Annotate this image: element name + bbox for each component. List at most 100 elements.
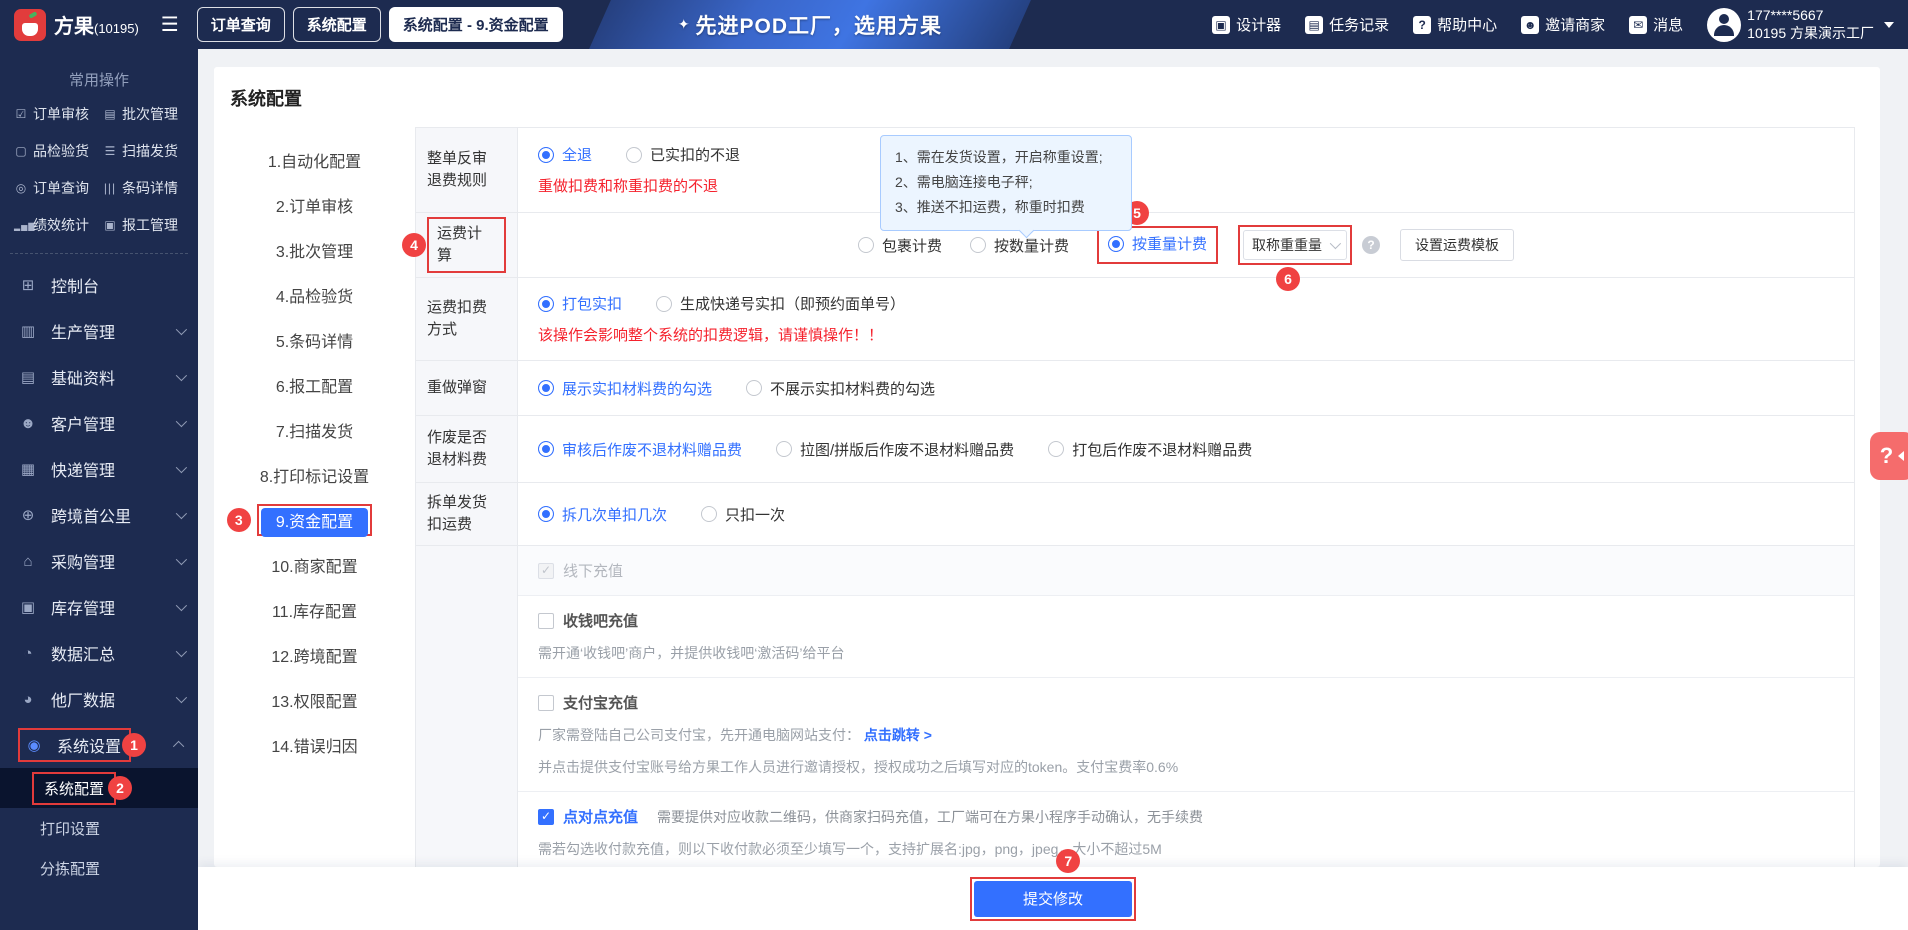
quickop-batch-manage[interactable]: 批次管理 bbox=[103, 104, 192, 124]
quickop-scan-ship[interactable]: 扫描发货 bbox=[103, 141, 192, 161]
chevron-down-icon bbox=[175, 323, 188, 336]
section-nav-item-4[interactable]: 4.品检验货 bbox=[214, 272, 415, 317]
sidebar-item-system-settings[interactable]: 系统设置 1 bbox=[0, 722, 198, 768]
checkbox-offline-recharge[interactable]: 线下充值 bbox=[538, 560, 1834, 581]
brand-id: (10195) bbox=[94, 21, 139, 36]
radio-deducted-no-refund[interactable]: 已实扣的不退 bbox=[626, 144, 740, 165]
freight-template-button[interactable]: 设置运费模板 bbox=[1400, 229, 1515, 261]
sidebar: 常用操作 订单审核 批次管理 品检验货 扫描发货 订单查询 条码详情 绩效统计 … bbox=[0, 49, 198, 930]
radio-dot bbox=[538, 146, 554, 163]
annotation-badge-4: 4 bbox=[402, 233, 426, 257]
radio-weight-billing[interactable]: 按重量计费 bbox=[1108, 233, 1207, 254]
section-nav-item-10[interactable]: 10.商家配置 bbox=[214, 542, 415, 587]
section-nav-item-8[interactable]: 8.打印标记设置 bbox=[214, 452, 415, 497]
sidebar-item-console[interactable]: 控制台 bbox=[0, 262, 198, 308]
radio-parcel-billing[interactable]: 包裹计费 bbox=[857, 235, 942, 256]
designer-button[interactable]: ▣ 设计器 bbox=[1212, 14, 1281, 35]
sidebar-item-inventory[interactable]: 库存管理 bbox=[0, 584, 198, 630]
purchase-icon bbox=[18, 553, 38, 570]
user-menu[interactable]: 177****5667 10195 方果演示工厂 bbox=[1707, 7, 1894, 42]
section-nav-item-5[interactable]: 5.条码详情 bbox=[214, 317, 415, 362]
sidebar-subitem-sorting-config[interactable]: 分拣配置 bbox=[0, 848, 198, 888]
quality-icon bbox=[14, 144, 28, 158]
batch-icon bbox=[103, 107, 117, 121]
weighing-tooltip: 1、需在发货设置，开启称重设置; 2、需电脑连接电子秤; 3、推送不扣运费，称重… bbox=[880, 135, 1132, 231]
section-nav-item-12[interactable]: 12.跨境配置 bbox=[214, 632, 415, 677]
section-nav-item-2[interactable]: 2.订单审核 bbox=[214, 182, 415, 227]
freight-help-icon[interactable]: ? bbox=[1362, 236, 1381, 254]
redo-popup-label: 重做弹窗 bbox=[427, 379, 488, 397]
section-nav-item-7[interactable]: 7.扫描发货 bbox=[214, 407, 415, 452]
radio-void-after-layout[interactable]: 拉图/拼版后作废不退材料赠品费 bbox=[776, 439, 1014, 460]
quickop-barcode-detail[interactable]: 条码详情 bbox=[103, 178, 192, 198]
radio-void-after-pack[interactable]: 打包后作废不退材料赠品费 bbox=[1048, 439, 1252, 460]
section-nav-item-3[interactable]: 3.批次管理 bbox=[214, 227, 415, 272]
checkbox-sqb-recharge[interactable]: 收钱吧充值 bbox=[538, 610, 1834, 631]
freight-calc-label: 运费计算 bbox=[437, 225, 483, 264]
brand-name: 方果 bbox=[54, 16, 94, 38]
section-nav-item-11[interactable]: 11.库存配置 bbox=[214, 587, 415, 632]
invite-merchant-button[interactable]: ☻ 邀请商家 bbox=[1521, 14, 1605, 35]
radio-quantity-billing[interactable]: 按数量计费 bbox=[969, 235, 1069, 256]
messages-button[interactable]: ✉ 消息 bbox=[1629, 14, 1683, 35]
weight-source-select[interactable]: 取称重重量 bbox=[1243, 230, 1348, 260]
quickop-performance[interactable]: 绩效统计 bbox=[14, 215, 103, 235]
freight-deduct-label: 运费扣费 bbox=[427, 299, 488, 317]
sqb-desc: 需开通‘收钱吧’商户，并提供收钱吧‘激活码’给平台 bbox=[538, 645, 845, 661]
section-nav-item-funds-active[interactable]: 9.资金配置 bbox=[260, 507, 369, 537]
annotation-box-system-settings: 系统设置 bbox=[18, 728, 132, 762]
radio-deduct-once[interactable]: 只扣一次 bbox=[701, 504, 785, 525]
sidebar-subitem-system-config[interactable]: 系统配置 2 bbox=[0, 768, 198, 808]
alipay-recharge-row: 支付宝充值 厂家需登陆自己公司支付宝，先开通电脑网站支付： 点击跳转 > 并点击… bbox=[518, 678, 1854, 792]
section-nav-item-13[interactable]: 13.权限配置 bbox=[214, 677, 415, 722]
checkbox-p2p-recharge[interactable]: 点对点充值 需要提供对应收款二维码，供商家扫码充值，工厂端可在方果小程序手动确认… bbox=[538, 806, 1834, 827]
sidebar-item-customers[interactable]: 客户管理 bbox=[0, 400, 198, 446]
radio-show-material-fee[interactable]: 展示实扣材料费的勾选 bbox=[538, 378, 712, 399]
chevron-down-icon bbox=[175, 599, 188, 612]
checkbox-icon bbox=[538, 612, 554, 629]
hamburger-menu-icon[interactable] bbox=[161, 12, 179, 37]
row-freight-calc: 4 运费计算 包裹计费 按数量计费 5 按重量计费 6 取称重重量 ? 设置运费… bbox=[402, 201, 1854, 291]
radio-pack-deduct[interactable]: 打包实扣 bbox=[538, 293, 622, 314]
section-nav-item-1[interactable]: 1.自动化配置 bbox=[214, 137, 415, 182]
crossborder-icon bbox=[18, 506, 38, 524]
sidebar-subitem-print-settings[interactable]: 打印设置 bbox=[0, 808, 198, 848]
chevron-down-icon bbox=[175, 461, 188, 474]
quickop-work-report[interactable]: 报工管理 bbox=[103, 215, 192, 235]
radio-deduct-per-split[interactable]: 拆几次单扣几次 bbox=[538, 504, 667, 525]
tab-order-query[interactable]: 订单查询 bbox=[196, 7, 285, 42]
section-nav-item-14[interactable]: 14.错误归因 bbox=[214, 722, 415, 767]
user-caret-icon[interactable] bbox=[1884, 21, 1894, 28]
sidebar-item-crossborder[interactable]: 跨境首公里 bbox=[0, 492, 198, 538]
annotation-box-funds-config: 3 9.资金配置 bbox=[226, 503, 373, 537]
quickop-order-audit[interactable]: 订单审核 bbox=[14, 104, 103, 124]
sidebar-item-purchase[interactable]: 采购管理 bbox=[0, 538, 198, 584]
alipay-jump-link[interactable]: 点击跳转 > bbox=[864, 727, 932, 743]
split-ship-label: 拆单发货 bbox=[427, 494, 488, 512]
data-summary-icon bbox=[18, 645, 38, 662]
tab-system-config-funds[interactable]: 系统配置 - 9.资金配置 bbox=[388, 7, 563, 42]
radio-full-refund[interactable]: 全退 bbox=[538, 144, 592, 165]
section-nav-item-6[interactable]: 6.报工配置 bbox=[214, 362, 415, 407]
radio-waybill-deduct[interactable]: 生成快递号实扣（即预约面单号） bbox=[656, 293, 905, 314]
inventory-icon bbox=[18, 598, 38, 616]
sidebar-item-data-summary[interactable]: 数据汇总 bbox=[0, 630, 198, 676]
radio-void-after-audit[interactable]: 审核后作废不退材料赠品费 bbox=[538, 439, 742, 460]
floating-help-button[interactable]: ? bbox=[1870, 432, 1908, 480]
sidebar-item-other-factory[interactable]: 他厂数据 bbox=[0, 676, 198, 722]
checkbox-alipay-recharge[interactable]: 支付宝充值 bbox=[538, 692, 1834, 713]
footer-bar: 7 提交修改 bbox=[198, 848, 1908, 930]
tab-system-config[interactable]: 系统配置 bbox=[292, 7, 381, 42]
sidebar-item-basic-data[interactable]: 基础资料 bbox=[0, 354, 198, 400]
task-log-button[interactable]: ▤ 任务记录 bbox=[1305, 14, 1389, 35]
void-refund-label: 作废是否 bbox=[427, 429, 488, 447]
submit-button[interactable]: 提交修改 bbox=[974, 880, 1132, 917]
sidebar-item-production[interactable]: 生产管理 bbox=[0, 308, 198, 354]
quickop-quality-check[interactable]: 品检验货 bbox=[14, 141, 103, 161]
radio-hide-material-fee[interactable]: 不展示实扣材料费的勾选 bbox=[746, 378, 935, 399]
help-center-button[interactable]: ? 帮助中心 bbox=[1413, 14, 1497, 35]
quickop-order-query[interactable]: 订单查询 bbox=[14, 178, 103, 198]
production-icon bbox=[18, 322, 38, 340]
sidebar-item-express[interactable]: 快递管理 bbox=[0, 446, 198, 492]
chevron-down-icon bbox=[175, 415, 188, 428]
